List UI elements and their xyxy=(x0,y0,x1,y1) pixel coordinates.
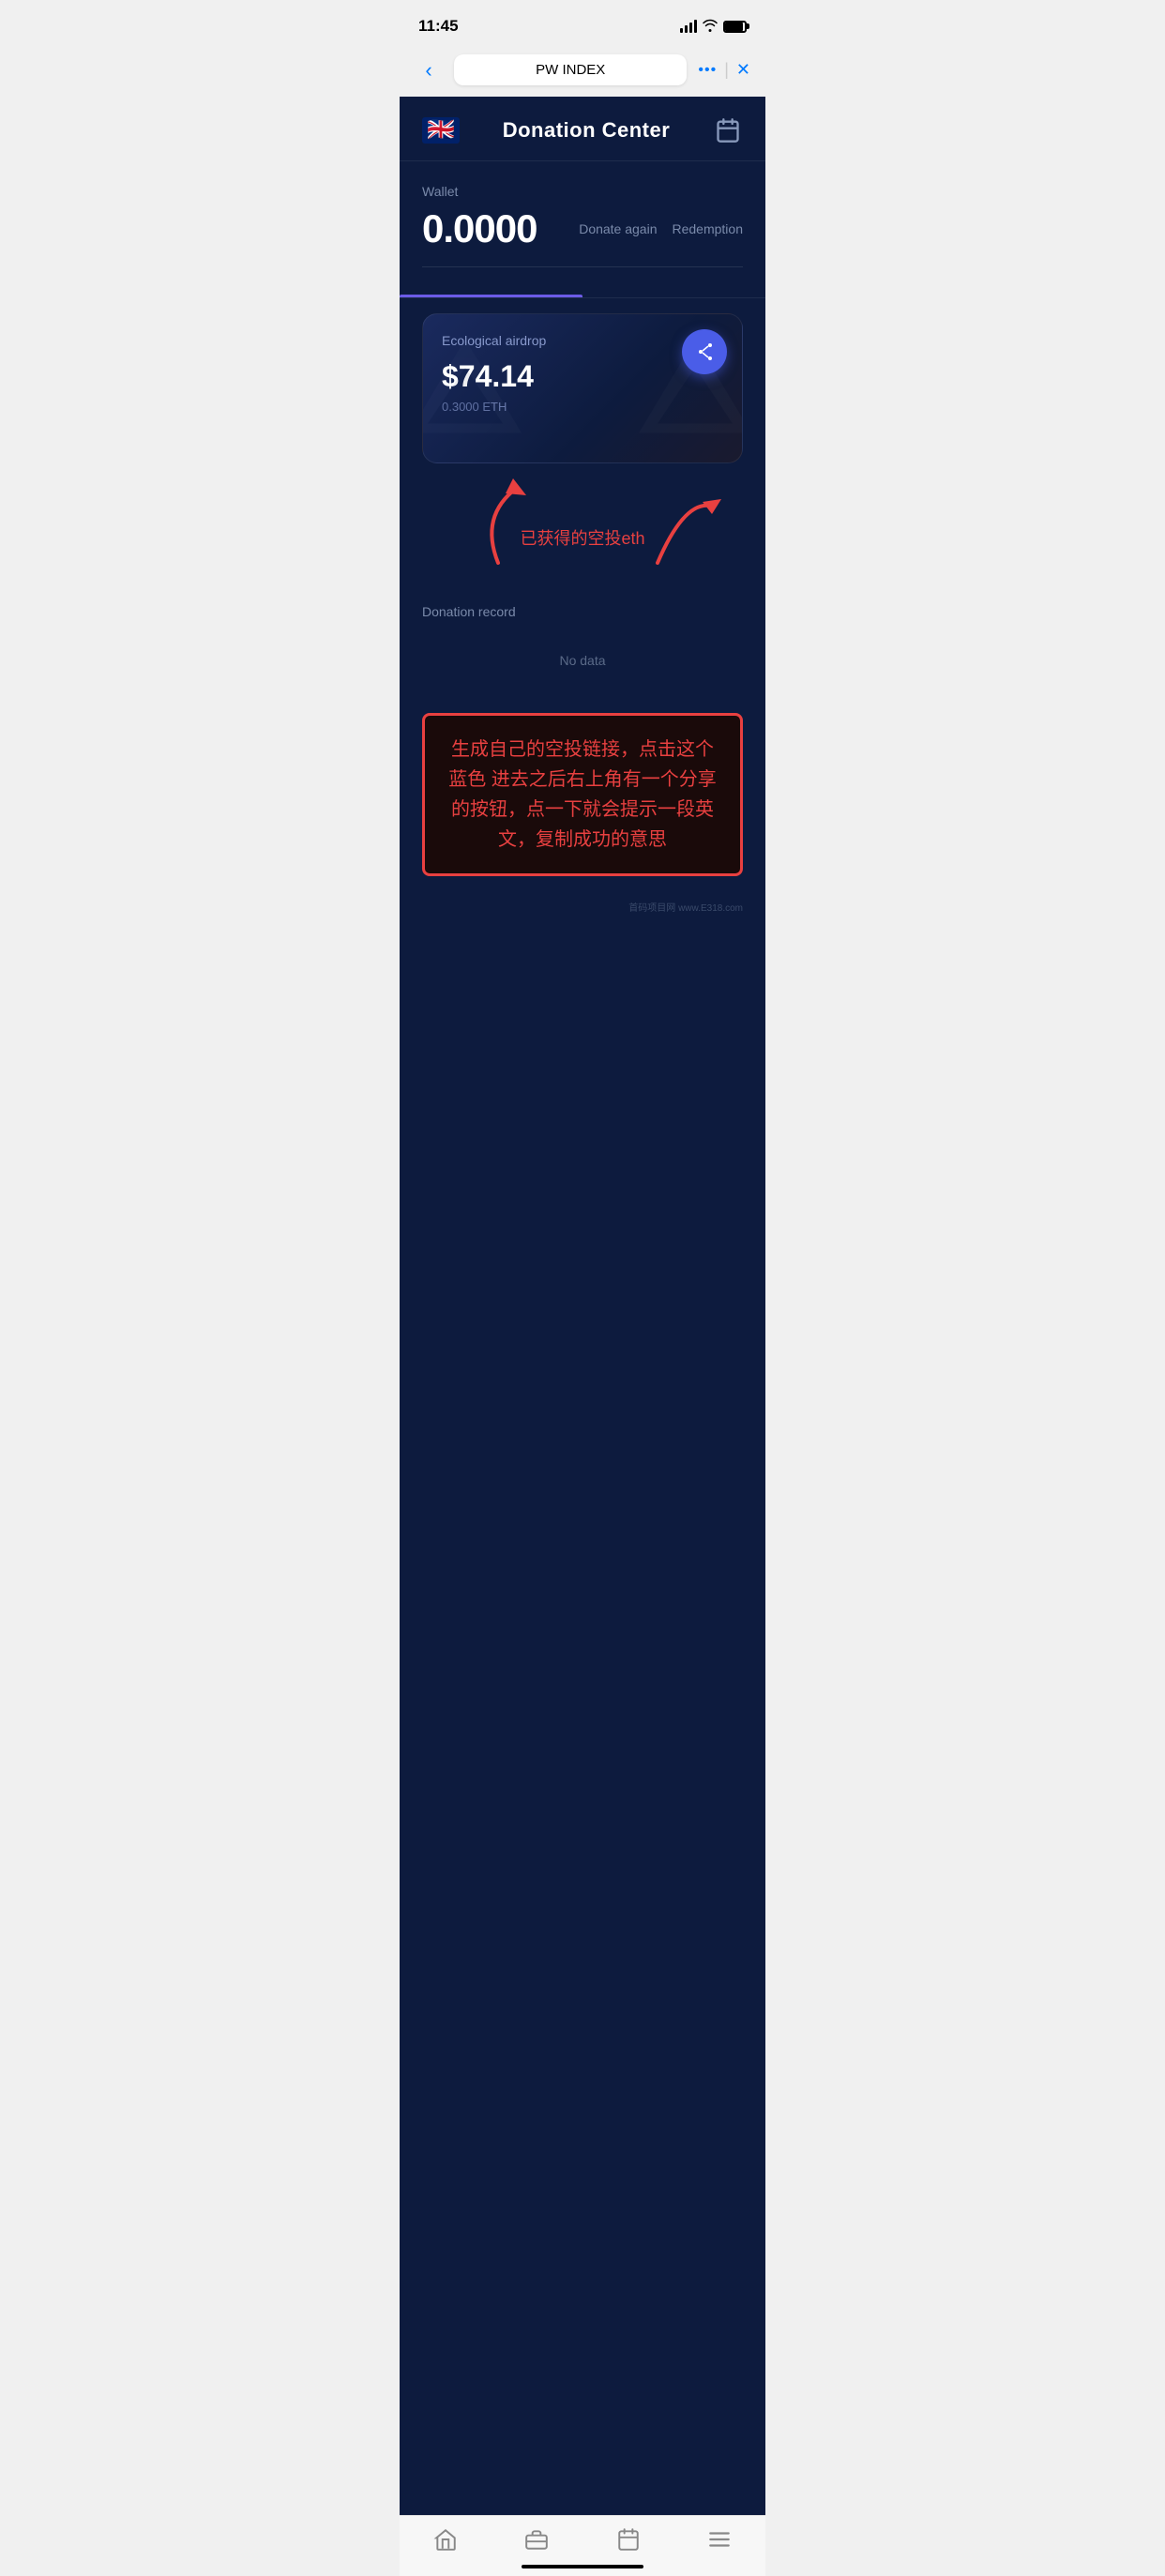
back-button[interactable]: ‹ xyxy=(415,58,443,83)
calendar-nav-icon xyxy=(616,2527,641,2557)
page-title: Donation Center xyxy=(503,118,671,143)
share-network-icon xyxy=(693,341,716,363)
annotation-arrows: 已获得的空投eth xyxy=(422,478,743,582)
status-bar: 11:45 xyxy=(400,0,765,47)
donation-record-section: Donation record No data xyxy=(400,582,765,698)
annotation-box: 生成自己的空投链接，点击这个蓝色 进去之后右上角有一个分享的按钮，点一下就会提示… xyxy=(422,713,743,876)
status-icons xyxy=(680,19,747,35)
tab-item-2[interactable] xyxy=(582,267,765,297)
nav-actions: ••• | ✕ xyxy=(698,60,750,80)
wallet-amount: 0.0000 xyxy=(422,206,537,251)
watermark-text: 首码项目网 www.E318.com xyxy=(628,903,743,914)
menu-icon xyxy=(707,2527,732,2557)
app-header: 🇬🇧 Donation Center xyxy=(400,97,765,161)
donate-again-button[interactable]: Donate again xyxy=(579,221,657,236)
home-indicator xyxy=(522,2565,643,2568)
calendar-button[interactable] xyxy=(713,115,743,145)
nav-divider: | xyxy=(724,60,729,80)
annotation-box-text: 生成自己的空投链接，点击这个蓝色 进去之后右上角有一个分享的按钮，点一下就会提示… xyxy=(444,735,721,855)
donation-record-label: Donation record xyxy=(422,604,743,619)
signal-icon xyxy=(680,20,697,33)
nav-home[interactable] xyxy=(417,2527,474,2557)
wifi-icon xyxy=(703,19,718,35)
share-button[interactable] xyxy=(682,329,727,374)
close-button[interactable]: ✕ xyxy=(736,60,750,80)
card-carousel: Ecological airdrop $74.14 0.3000 ETH xyxy=(400,298,765,478)
tab-item-1[interactable] xyxy=(400,267,582,297)
nav-menu[interactable] xyxy=(691,2527,748,2557)
status-time: 11:45 xyxy=(418,17,459,36)
wallet-row: 0.0000 Donate again Redemption xyxy=(422,206,743,251)
redemption-button[interactable]: Redemption xyxy=(673,221,744,236)
bottom-nav xyxy=(400,2515,765,2576)
annotation-text-overlay: 已获得的空投eth xyxy=(520,525,644,550)
battery-icon xyxy=(723,21,747,33)
wallet-label: Wallet xyxy=(422,184,743,199)
language-flag[interactable]: 🇬🇧 xyxy=(422,117,460,144)
url-bar[interactable]: PW INDEX xyxy=(454,54,687,85)
tabs-container xyxy=(400,267,765,298)
more-options-button[interactable]: ••• xyxy=(698,62,717,79)
briefcase-icon xyxy=(524,2527,549,2557)
home-icon xyxy=(433,2527,458,2557)
annotation-label: 已获得的空投eth xyxy=(520,529,644,548)
browser-nav: ‹ PW INDEX ••• | ✕ xyxy=(400,47,765,97)
watermark: 首码项目网 www.E318.com xyxy=(400,891,765,919)
nav-calendar[interactable] xyxy=(600,2527,657,2557)
wallet-section: Wallet 0.0000 Donate again Redemption xyxy=(400,161,765,266)
uk-flag-icon: 🇬🇧 xyxy=(422,117,460,144)
wallet-actions: Donate again Redemption xyxy=(579,221,743,236)
no-data-text: No data xyxy=(422,634,743,687)
nav-briefcase[interactable] xyxy=(508,2527,565,2557)
airdrop-card: Ecological airdrop $74.14 0.3000 ETH xyxy=(422,313,743,463)
app-content: 🇬🇧 Donation Center Wallet 0.0000 Donate … xyxy=(400,97,765,2515)
calendar-icon xyxy=(715,117,741,144)
url-text: PW INDEX xyxy=(536,62,605,78)
